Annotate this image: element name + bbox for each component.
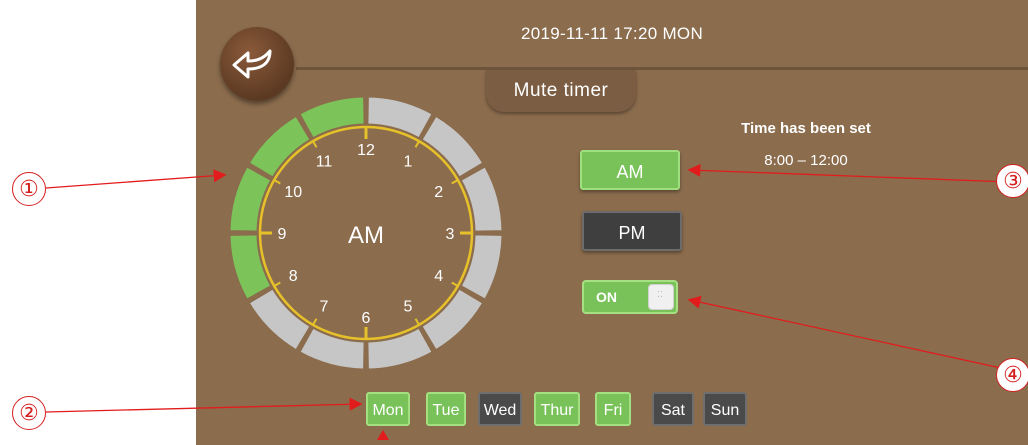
callout-marker-4: ④ [996, 358, 1028, 392]
callout-marker-2: ② [12, 396, 46, 430]
callout-arrows [45, 163, 1011, 440]
callout-arrow-3 [687, 163, 1011, 183]
mon-pointer-icon [377, 430, 389, 440]
callout-marker-1: ① [12, 172, 46, 206]
callout-marker-3: ③ [996, 164, 1028, 198]
callout-arrow-4 [687, 295, 1011, 371]
callout-arrow-1 [45, 169, 227, 189]
callout-arrow-2 [45, 397, 363, 413]
